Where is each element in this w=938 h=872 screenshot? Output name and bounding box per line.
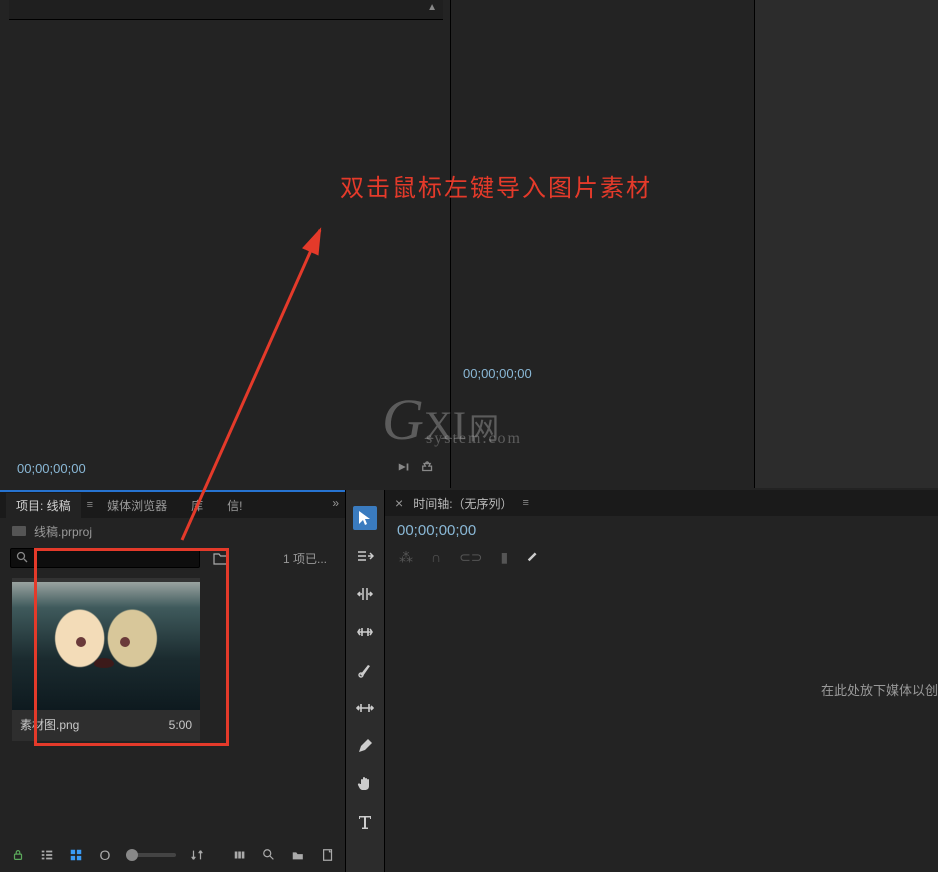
project-clip-item[interactable]: 素材图.png 5:00 xyxy=(12,578,200,741)
list-view-icon[interactable] xyxy=(39,847,54,863)
timeline-timecode[interactable]: 00;00;00;00 xyxy=(385,516,938,545)
clip-thumbnail[interactable] xyxy=(12,578,200,710)
panel-menu-icon[interactable]: ≡ xyxy=(523,497,529,509)
icon-view-icon[interactable] xyxy=(68,847,83,863)
timeline-drop-hint: 在此处放下媒体以创 xyxy=(821,680,938,699)
slip-tool[interactable] xyxy=(353,696,377,720)
clip-duration: 5:00 xyxy=(169,718,192,732)
project-tabs: 项目: 线稿 ≡ 媒体浏览器 库 信! » xyxy=(0,492,345,518)
source-timecode[interactable]: 00;00;00;00 xyxy=(17,461,86,476)
program-monitor-viewport[interactable] xyxy=(451,0,754,360)
project-panel: 项目: 线稿 ≡ 媒体浏览器 库 信! » 线稿.prproj 1 项已... xyxy=(0,490,345,872)
add-marker-icon[interactable]: ⊂⊃ xyxy=(459,549,482,566)
lock-icon[interactable] xyxy=(10,847,25,863)
timeline-panel: × 时间轴:（无序列） ≡ 00;00;00;00 ⁂ ∩ ⊂⊃ ▮ 在此处放下… xyxy=(385,490,938,872)
tab-libraries[interactable]: 库 xyxy=(181,493,213,518)
project-bins-area[interactable]: 素材图.png 5:00 xyxy=(0,572,345,848)
timeline-tracks-area[interactable] xyxy=(385,570,938,830)
timeline-header: × 时间轴:（无序列） ≡ xyxy=(385,490,938,516)
source-monitor-viewport[interactable] xyxy=(9,20,443,448)
tabs-overflow-icon[interactable]: » xyxy=(332,496,339,510)
right-sidebar xyxy=(754,0,938,488)
new-bin-icon[interactable] xyxy=(291,847,306,863)
close-icon[interactable]: × xyxy=(395,495,403,511)
project-search-row: 1 项已... xyxy=(0,544,345,572)
export-frame-icon[interactable] xyxy=(421,461,435,476)
project-icon xyxy=(12,526,26,536)
project-search-input[interactable] xyxy=(10,548,200,568)
tab-info[interactable]: 信! xyxy=(217,493,252,518)
linked-selection-icon[interactable]: ∩ xyxy=(431,549,441,566)
tab-project[interactable]: 项目: 线稿 xyxy=(6,493,81,518)
program-timecode[interactable]: 00;00;00;00 xyxy=(463,366,532,381)
chevron-up-icon[interactable]: ▲ xyxy=(427,2,437,13)
clip-name: 素材图.png xyxy=(20,716,79,733)
thumbnail-zoom-slider[interactable] xyxy=(126,853,175,857)
hand-tool[interactable] xyxy=(353,772,377,796)
razor-tool[interactable] xyxy=(353,658,377,682)
tools-panel xyxy=(345,490,385,872)
source-monitor-header: ▲ xyxy=(9,0,443,20)
automate-to-sequence-icon[interactable] xyxy=(233,847,248,863)
zoom-slider-label: O xyxy=(97,847,112,863)
type-tool[interactable] xyxy=(353,810,377,834)
marker-icon[interactable]: ▮ xyxy=(501,549,509,566)
pen-tool[interactable] xyxy=(353,734,377,758)
source-monitor-panel: ▲ 00;00;00;00 xyxy=(9,0,443,488)
snap-icon[interactable]: ⁂ xyxy=(399,549,413,566)
tab-media-browser[interactable]: 媒体浏览器 xyxy=(97,493,177,518)
project-item-count: 1 项已... xyxy=(283,550,335,567)
project-toolbar: O xyxy=(0,838,345,872)
panel-menu-icon[interactable]: ≡ xyxy=(87,499,93,511)
project-name-row: 线稿.prproj xyxy=(0,518,345,544)
timeline-title: 时间轴:（无序列） xyxy=(413,495,512,512)
filter-bin-icon[interactable] xyxy=(212,549,230,567)
source-monitor-footer: 00;00;00;00 xyxy=(9,448,443,488)
search-icon xyxy=(16,551,28,566)
track-select-tool[interactable] xyxy=(353,544,377,568)
rate-stretch-tool[interactable] xyxy=(353,620,377,644)
ripple-edit-tool[interactable] xyxy=(353,582,377,606)
new-item-icon[interactable] xyxy=(320,847,335,863)
find-icon[interactable] xyxy=(262,847,277,863)
project-file-name: 线稿.prproj xyxy=(34,523,92,540)
insert-icon[interactable] xyxy=(397,461,411,476)
sort-icon[interactable] xyxy=(190,847,205,863)
settings-icon[interactable] xyxy=(526,549,540,566)
program-monitor-panel: 00;00;00;00 xyxy=(450,0,754,488)
timeline-options: ⁂ ∩ ⊂⊃ ▮ xyxy=(385,545,938,570)
selection-tool[interactable] xyxy=(353,506,377,530)
